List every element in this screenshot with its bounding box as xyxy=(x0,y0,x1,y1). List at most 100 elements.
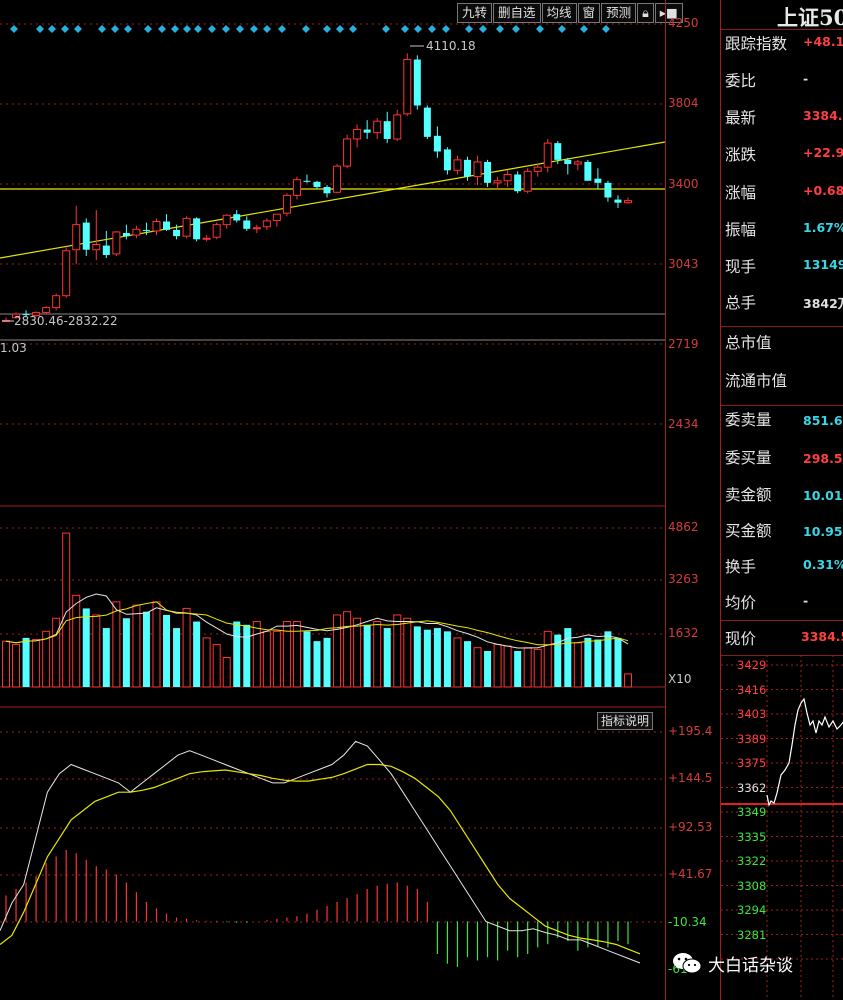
candle-body xyxy=(564,159,572,165)
candle-body xyxy=(102,245,110,255)
volume-bar xyxy=(252,621,261,688)
volume-bar xyxy=(2,640,10,688)
quote-label: 涨幅 xyxy=(725,184,757,202)
volume-bar xyxy=(493,643,502,688)
quote-value: 0.31% xyxy=(803,557,843,572)
divider xyxy=(721,405,843,406)
candle-body xyxy=(473,161,482,178)
candle-body xyxy=(262,220,271,228)
signal-diamond xyxy=(98,25,106,33)
candle-body xyxy=(523,170,532,192)
volume-bar xyxy=(142,611,150,687)
volume-bar xyxy=(303,631,311,687)
volume-bar xyxy=(484,650,492,687)
volume-bar xyxy=(102,628,110,687)
quote-row: 涨幅 +0.68% xyxy=(725,181,843,211)
quote-row: 委比 - xyxy=(725,69,843,99)
quote-row: 现价 3384.5 xyxy=(725,627,843,657)
signal-diamond xyxy=(536,25,544,33)
volume-bar xyxy=(584,637,592,687)
quote-value: 10.01亿 xyxy=(803,488,843,503)
signal-diamond xyxy=(442,25,450,33)
quote-label: 卖金额 xyxy=(725,486,772,504)
candle-body xyxy=(272,213,281,221)
candle-body xyxy=(503,173,512,182)
toolbar-remove-favorite-button[interactable]: 删自选 xyxy=(493,3,541,23)
volume-bar xyxy=(423,629,431,687)
volume-bar xyxy=(573,642,582,688)
intraday-tick: 3294 xyxy=(737,903,767,917)
quote-value: 3384.5 xyxy=(801,629,843,644)
intraday-tick: 3308 xyxy=(737,878,767,893)
macd-histogram xyxy=(5,849,629,967)
wechat-icon xyxy=(673,953,702,974)
intraday-tick: 3403 xyxy=(737,707,767,721)
macd-tick: +41.67 xyxy=(668,867,713,881)
signal-diamond xyxy=(236,25,244,33)
volume-unit: X10 xyxy=(668,672,692,686)
signal-diamond xyxy=(349,25,357,33)
candle-body xyxy=(594,178,602,183)
signal-diamond xyxy=(10,25,18,33)
signal-diamond xyxy=(36,25,44,33)
intraday-tick: 3429 xyxy=(737,658,767,672)
quote-value: 1.67% xyxy=(803,220,843,235)
volume-bar xyxy=(173,628,181,687)
quote-row: 均价 - xyxy=(725,591,843,621)
kline-chart-area[interactable]: 4110.18 2830.46-2832.22 1.03 xyxy=(0,0,665,1000)
candlesticks xyxy=(2,53,632,322)
macd-tick: +92.53 xyxy=(668,820,713,834)
signal-diamond xyxy=(263,25,271,33)
indicator-help-button[interactable]: 指标说明 xyxy=(597,712,654,730)
candle-body xyxy=(323,187,331,194)
toolbar-window-button[interactable]: 窗 xyxy=(577,3,601,23)
quote-label: 现价 xyxy=(725,630,757,648)
toolbar-moving-average-button[interactable]: 均线 xyxy=(541,3,577,23)
candle-body xyxy=(333,165,342,193)
quote-label: 换手 xyxy=(725,558,757,576)
volume-bar xyxy=(543,630,552,688)
quote-row: 流通市值 xyxy=(725,369,843,399)
toolbar-forecast-button[interactable]: 预测 xyxy=(601,3,637,23)
volume-bar xyxy=(32,639,41,688)
quote-row: 总市值 xyxy=(725,331,843,361)
quote-row: 换手 0.31% xyxy=(725,555,843,585)
volume-bar xyxy=(163,614,171,687)
volume-bar xyxy=(272,630,281,688)
volume-bar xyxy=(363,624,371,687)
candle-body xyxy=(62,250,71,297)
macd-tick: +144.5 xyxy=(668,771,713,785)
intraday-tick: 3349 xyxy=(737,805,767,819)
volume-bar xyxy=(92,614,101,688)
intraday-tick: 3416 xyxy=(737,682,767,697)
intraday-tick: 3389 xyxy=(737,731,767,746)
quote-label: 买金额 xyxy=(725,522,772,540)
volume-bar xyxy=(222,657,231,688)
signal-diamond xyxy=(278,25,286,33)
left-cut-value: 1.03 xyxy=(0,341,27,355)
candle-body xyxy=(182,217,191,237)
low-annotation: 2830.46-2832.22 xyxy=(14,314,118,328)
volume-bar xyxy=(182,607,191,688)
intraday-price-line xyxy=(766,697,843,807)
volume-bar xyxy=(503,645,512,688)
volume-bar xyxy=(202,637,211,688)
candle-body xyxy=(292,179,301,196)
intraday-tick: 3375 xyxy=(737,756,767,770)
intraday-tick: 3322 xyxy=(737,854,767,868)
candle-body xyxy=(493,180,502,184)
lock-icon[interactable]: 🔒︎ xyxy=(637,3,654,23)
quote-label: 总手 xyxy=(725,294,757,312)
candle-body xyxy=(243,220,251,229)
volume-bar xyxy=(514,650,522,687)
divider xyxy=(721,29,843,30)
candle-body xyxy=(624,200,632,204)
candle-body xyxy=(173,229,181,237)
quote-label: 总市值 xyxy=(725,334,772,352)
volume-tick: 4862 xyxy=(668,520,699,534)
toolbar-nine-turn-button[interactable]: 九转 xyxy=(457,3,493,23)
candle-body xyxy=(202,237,211,240)
signal-diamond xyxy=(302,25,310,33)
signal-diamond xyxy=(111,25,119,33)
volume-bar xyxy=(22,637,30,687)
